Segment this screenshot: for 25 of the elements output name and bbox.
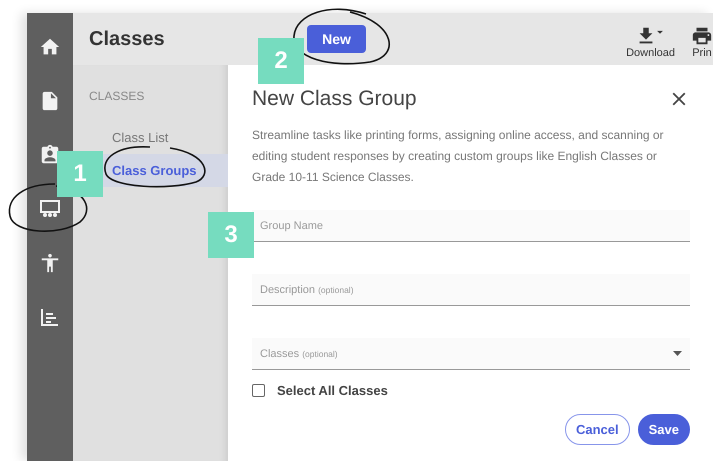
nav-item[interactable]: Class Groups xyxy=(112,163,197,178)
new-button[interactable]: New xyxy=(307,25,366,53)
print-button[interactable]: Prin xyxy=(691,25,713,59)
checkbox[interactable] xyxy=(252,384,265,397)
page-title: Classes xyxy=(89,28,166,50)
checkbox-label: Select All Classes xyxy=(277,383,388,398)
id-card-icon[interactable] xyxy=(39,144,61,166)
dialog-title: New Class Group xyxy=(252,87,417,111)
nav-item[interactable]: Class List xyxy=(112,130,168,145)
step-number: 3 xyxy=(208,212,254,258)
dialog-description: Streamline tasks like printing forms, assigning online access, and scanning or editing student responses by creating custom groups like English Classes or Grade 10-11 Science Classes. xyxy=(252,127,664,186)
input-field[interactable]: Group Name xyxy=(252,210,690,242)
person-icon[interactable] xyxy=(39,252,61,274)
save-button[interactable]: Save xyxy=(638,414,690,445)
classes-dropdown[interactable]: Classes (optional) xyxy=(252,338,690,370)
download-button[interactable]: Download xyxy=(626,25,675,59)
step-number: 1 xyxy=(57,151,103,197)
cancel-button[interactable]: Cancel xyxy=(564,414,630,445)
section-heading: CLASSES xyxy=(89,89,146,103)
printer-icon xyxy=(691,25,713,47)
input-field[interactable]: Description (optional) xyxy=(252,274,690,306)
caret-icon xyxy=(673,351,682,356)
chart-icon[interactable] xyxy=(39,306,61,328)
classroom-icon[interactable] xyxy=(39,198,61,220)
step-number: 2 xyxy=(258,38,304,84)
